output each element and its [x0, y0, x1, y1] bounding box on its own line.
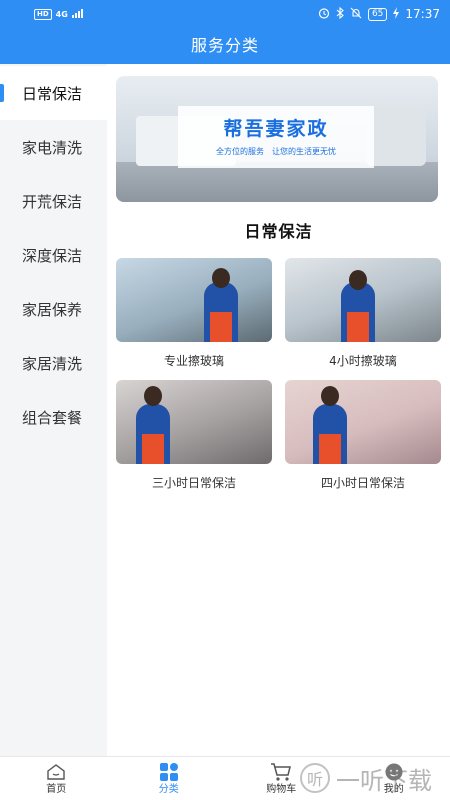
- service-card-label: 三小时日常保洁: [151, 476, 236, 490]
- status-left: HD 4G: [34, 8, 84, 20]
- sidebar-item-label: 开荒保洁: [22, 192, 83, 211]
- sidebar-item-label: 深度保洁: [22, 246, 83, 265]
- sidebar-item-deep-cleaning[interactable]: 深度保洁: [0, 228, 107, 282]
- sofa-cleaning-photo: [285, 380, 441, 464]
- window-cleaning-photo: [285, 258, 441, 342]
- charging-icon: [393, 6, 400, 22]
- clock-time: 17:37: [405, 7, 440, 21]
- sidebar-item-combo-package[interactable]: 组合套餐: [0, 390, 107, 444]
- watermark: 听 一听下载: [300, 760, 450, 796]
- banner-brand-card: 帮吾妻家政 全方位的服务 让您的生活更无忧: [178, 106, 374, 168]
- service-card-label: 四小时日常保洁: [320, 476, 405, 490]
- category-sidebar: 日常保洁 家电清洗 开荒保洁 深度保洁 家居保养 家居清洗 组合套餐: [0, 64, 107, 756]
- cleaner-head: [349, 270, 367, 290]
- window-cleaning-photo: [116, 258, 272, 342]
- banner-slogan: 全方位的服务 让您的生活更无忧: [216, 147, 336, 156]
- watermark-logo-icon: 听: [300, 763, 330, 793]
- sidebar-item-post-renovation-cleaning[interactable]: 开荒保洁: [0, 174, 107, 228]
- battery-level: 65: [367, 7, 388, 21]
- cart-icon: [270, 762, 292, 782]
- tab-label: 购物车: [266, 783, 297, 795]
- cleaner-apron: [142, 434, 164, 464]
- service-card-4h-window[interactable]: 4小时擦玻璃: [285, 258, 441, 369]
- cleaner-head: [144, 386, 162, 406]
- status-bar: HD 4G 65 17:37: [0, 0, 450, 28]
- sidebar-item-label: 组合套餐: [22, 408, 83, 427]
- service-card-label: 4小时擦玻璃: [329, 354, 397, 368]
- cleaner-head: [212, 268, 230, 288]
- banner-room-floor: [116, 162, 438, 202]
- alarm-icon: [318, 7, 330, 22]
- sidebar-item-home-maintenance[interactable]: 家居保养: [0, 282, 107, 336]
- table-cleaning-photo: [116, 380, 272, 464]
- page-title: 服务分类: [190, 36, 259, 55]
- cleaner-apron: [210, 312, 232, 342]
- service-card-label: 专业擦玻璃: [163, 354, 224, 368]
- mute-bell-icon: [350, 7, 362, 22]
- tab-home[interactable]: 首页: [0, 757, 113, 800]
- banner-brand: 帮吾妻家政: [223, 118, 329, 140]
- sidebar-item-label: 家电清洗: [22, 138, 83, 157]
- section-title: 日常保洁: [244, 222, 313, 241]
- signal-icon: [71, 8, 84, 20]
- status-right: 65 17:37: [318, 6, 440, 22]
- sidebar-item-label: 家居清洗: [22, 354, 83, 373]
- network-badge: HD: [34, 8, 52, 20]
- service-card-professional-window[interactable]: 专业擦玻璃: [116, 258, 272, 369]
- grid-icon: [158, 762, 180, 782]
- cleaner-head: [321, 386, 339, 406]
- service-card-3h-daily[interactable]: 三小时日常保洁: [116, 380, 272, 491]
- home-icon: [45, 762, 67, 782]
- tab-label: 首页: [46, 783, 67, 795]
- service-card-4h-daily[interactable]: 四小时日常保洁: [285, 380, 441, 491]
- bluetooth-icon: [336, 6, 344, 22]
- sidebar-item-label: 日常保洁: [22, 84, 83, 103]
- signal-label: 4G: [55, 9, 68, 19]
- watermark-text: 一听下载: [336, 766, 432, 795]
- app-header: HD 4G 65 17:37 服务分类: [0, 0, 450, 64]
- sidebar-item-label: 家居保养: [22, 300, 83, 319]
- tab-label: 分类: [158, 783, 179, 795]
- sidebar-item-appliance-cleaning[interactable]: 家电清洗: [0, 120, 107, 174]
- promo-banner[interactable]: 帮吾妻家政 全方位的服务 让您的生活更无忧: [116, 76, 438, 202]
- banner-room-chair: [366, 106, 426, 166]
- sidebar-item-home-washing[interactable]: 家居清洗: [0, 336, 107, 390]
- tab-category[interactable]: 分类: [113, 757, 226, 800]
- cleaner-apron: [347, 312, 369, 342]
- sidebar-item-daily-cleaning[interactable]: 日常保洁: [0, 66, 107, 120]
- cleaner-apron: [319, 434, 341, 464]
